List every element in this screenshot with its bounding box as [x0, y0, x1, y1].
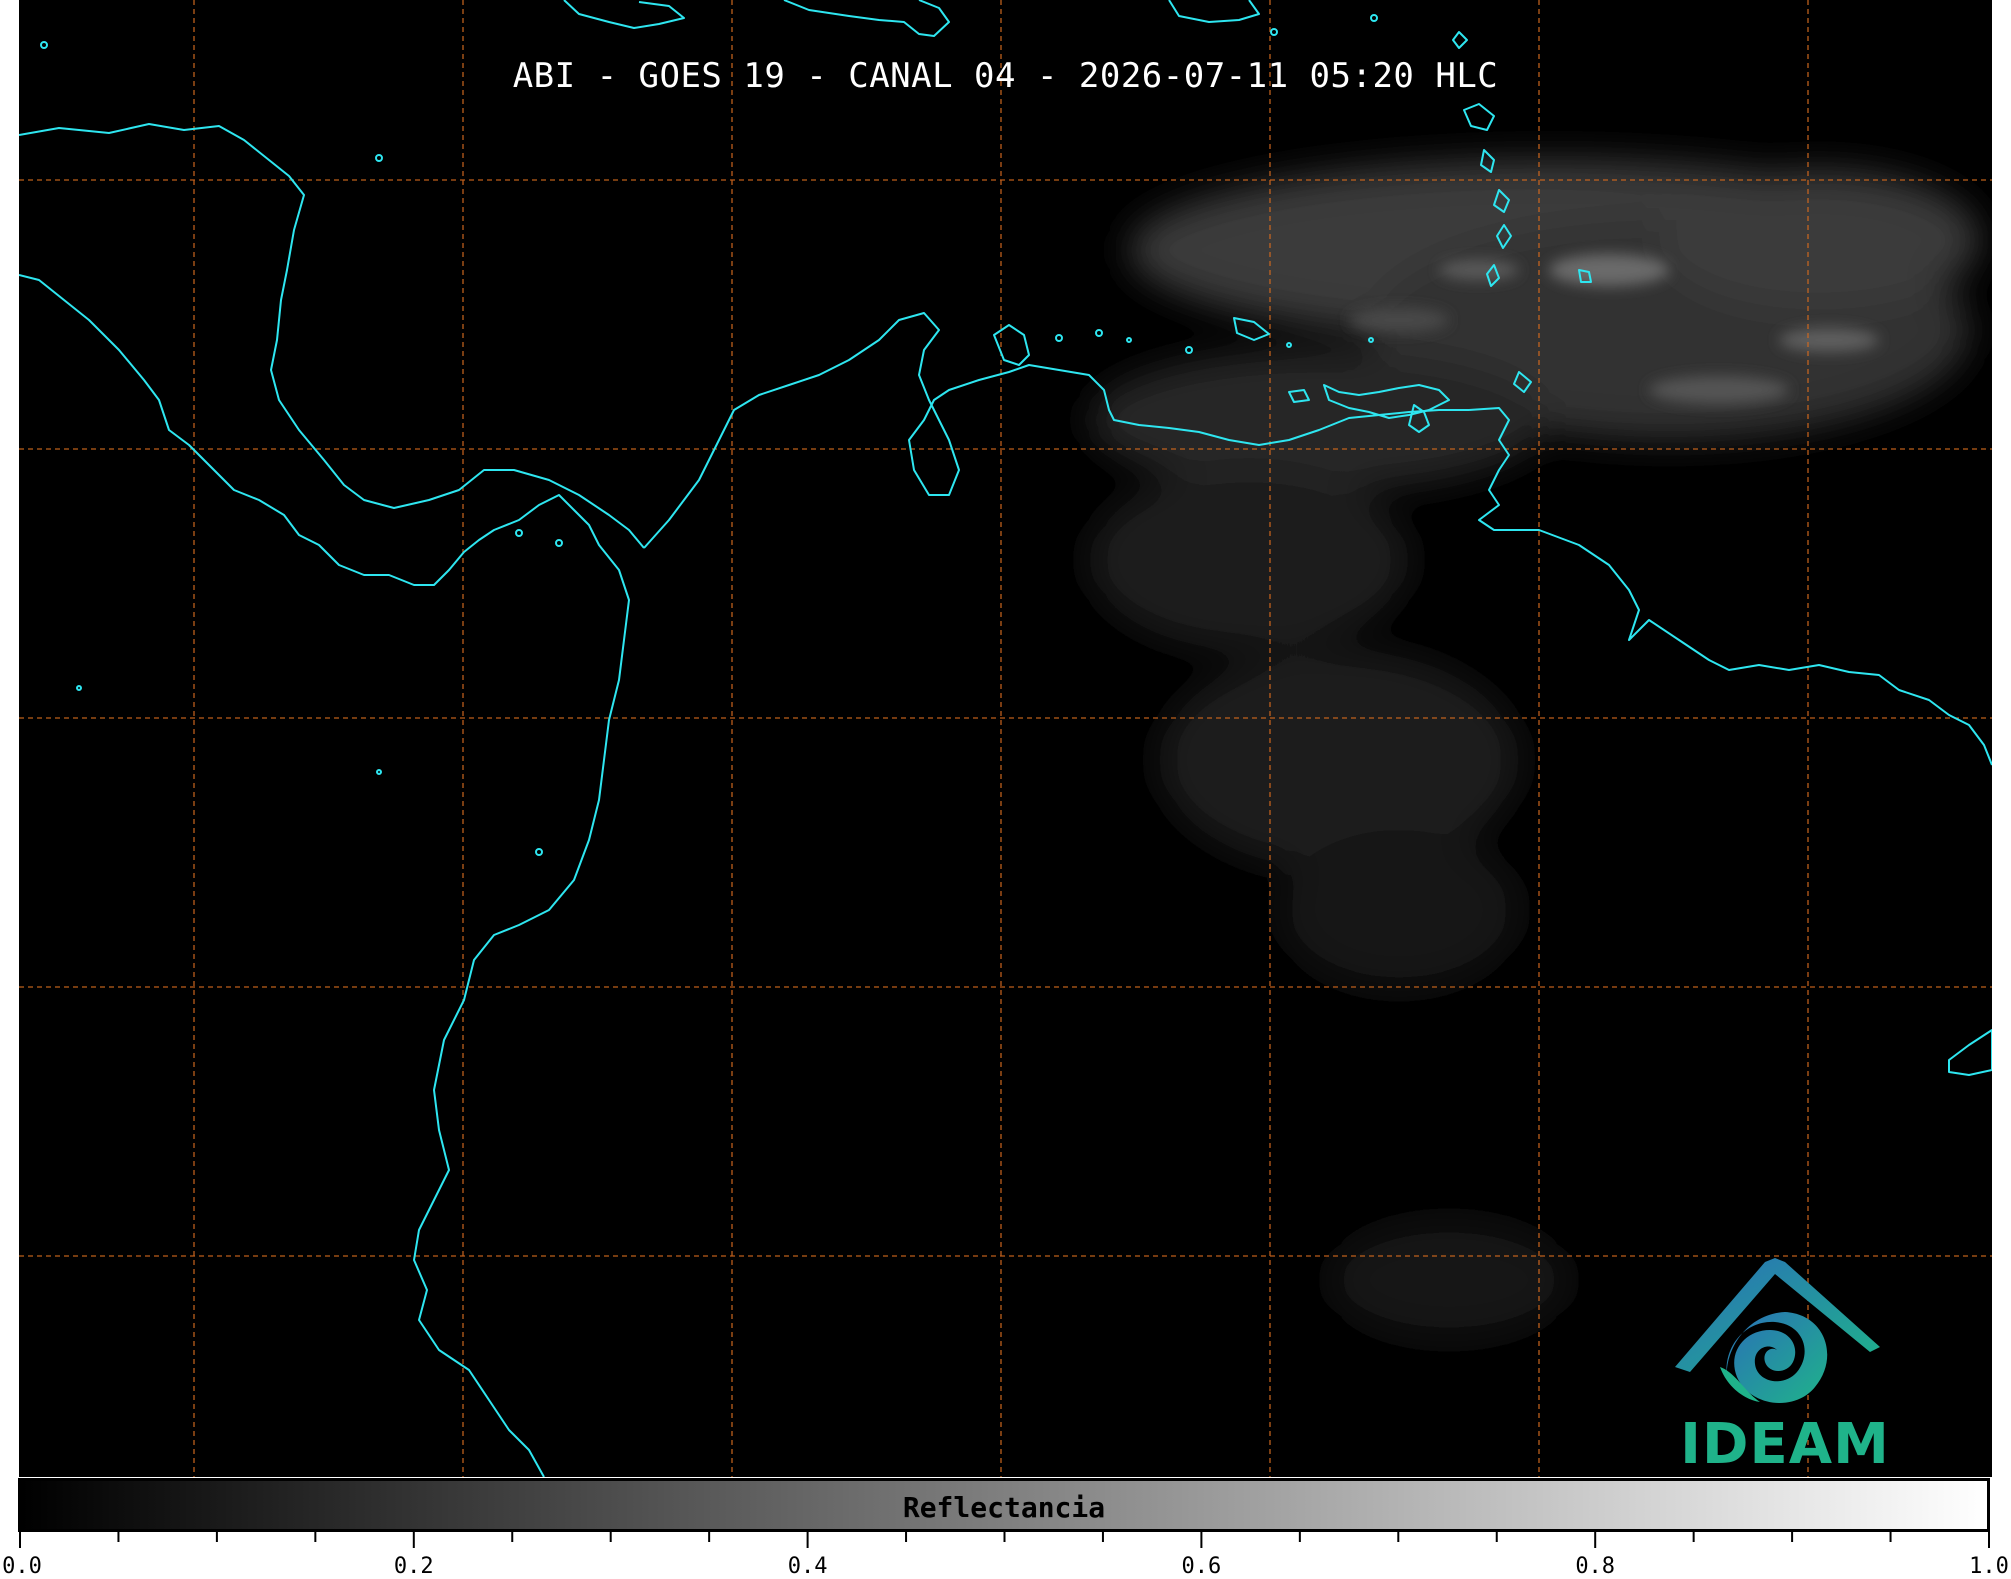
ideam-emblem-icon — [1675, 1258, 1880, 1404]
colorbar-label: Reflectancia — [902, 1491, 1106, 1524]
tick-label-5: 1.0 — [1969, 1554, 2009, 1579]
ideam-logo: IDEAM — [1665, 1252, 1905, 1477]
tick-label-2: 0.4 — [787, 1554, 828, 1579]
tick-label-0: 0.0 — [2, 1554, 42, 1579]
map-title: ABI - GOES 19 - CANAL 04 - 2026-07-11 05… — [512, 56, 1499, 96]
logo-text: IDEAM — [1680, 1412, 1890, 1477]
colorbar-ticks — [19, 1532, 1990, 1548]
satellite-map: ABI - GOES 19 - CANAL 04 - 2026-07-11 05… — [19, 0, 1992, 1477]
tick-label-3: 0.6 — [1181, 1554, 1222, 1579]
colorbar: Reflectancia — [18, 1478, 1990, 1532]
tick-label-1: 0.2 — [393, 1554, 434, 1579]
tick-label-4: 0.8 — [1575, 1554, 1616, 1579]
